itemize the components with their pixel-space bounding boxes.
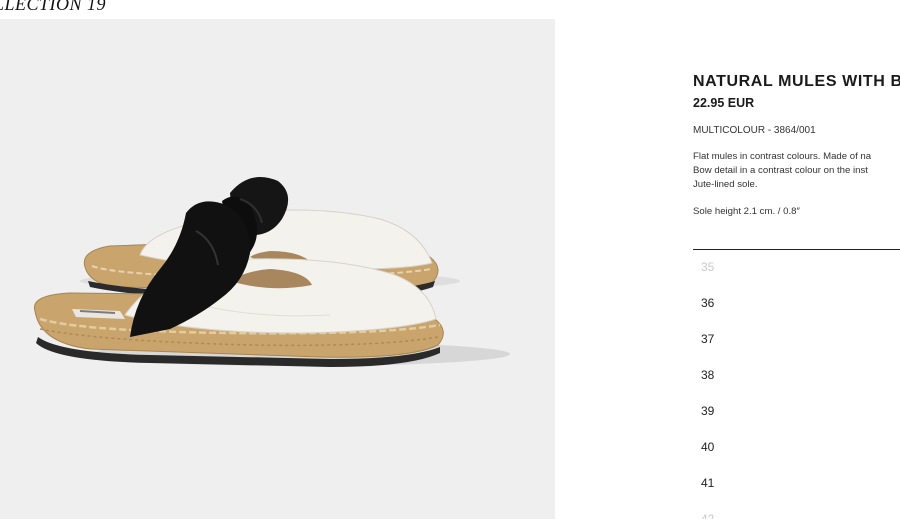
- size-option-38[interactable]: 38: [701, 365, 881, 385]
- collection-heading: LLECTION 19: [0, 0, 107, 14]
- size-option-35[interactable]: 35: [701, 257, 881, 277]
- sole-height: Sole height 2.1 cm. / 0.8″: [693, 206, 800, 217]
- description-line: Bow detail in a contrast colour on the i…: [693, 165, 868, 176]
- size-option-41[interactable]: 41: [701, 473, 881, 493]
- product-description: Flat mules in contrast colours. Made of …: [693, 150, 871, 192]
- size-option-40[interactable]: 40: [701, 437, 881, 457]
- size-option-37[interactable]: 37: [701, 329, 881, 349]
- product-color-reference: MULTICOLOUR - 3864/001: [693, 125, 816, 136]
- product-price: 22.95 EUR: [693, 96, 755, 110]
- size-option-39[interactable]: 39: [701, 401, 881, 421]
- size-option-36[interactable]: 36: [701, 293, 881, 313]
- description-line: Jute-lined sole.: [693, 179, 758, 190]
- size-option-42[interactable]: 42: [701, 509, 881, 519]
- espadrille-mules-illustration: [33, 177, 510, 367]
- product-info-panel: NATURAL MULES WITH BO 22.95 EUR MULTICOL…: [693, 0, 900, 519]
- description-line: Flat mules in contrast colours. Made of …: [693, 151, 872, 162]
- product-image[interactable]: [0, 19, 555, 519]
- size-divider: [693, 249, 900, 250]
- product-title: NATURAL MULES WITH BO: [693, 73, 900, 90]
